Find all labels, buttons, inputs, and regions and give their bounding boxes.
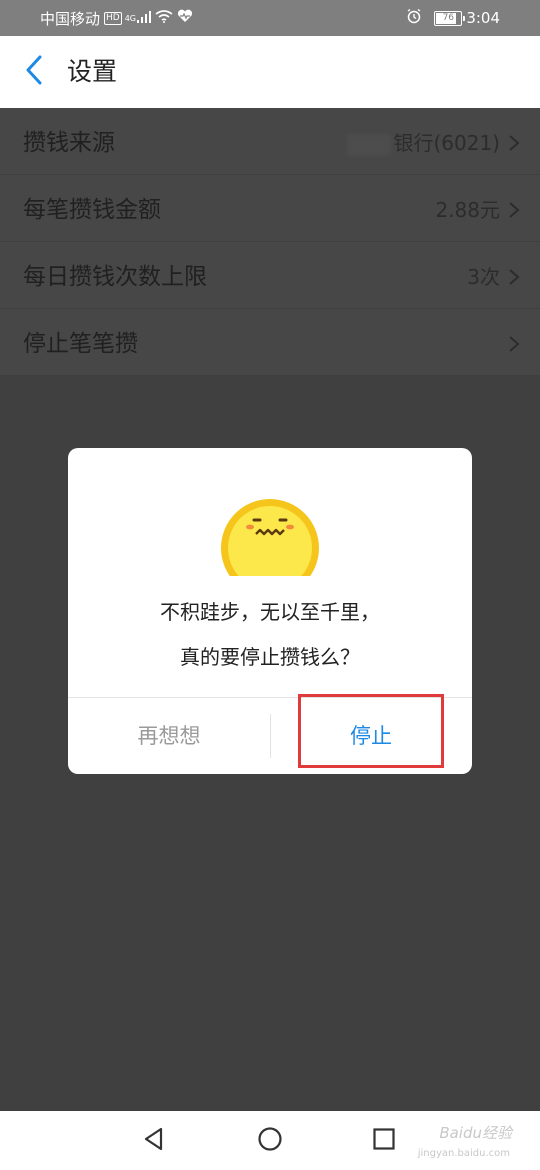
setting-value: 3次: [467, 265, 500, 289]
page-title: 设置: [67, 57, 118, 86]
watermark-text: Baidu经验: [439, 1124, 512, 1142]
status-left: 中国移动 HD 4G: [40, 0, 197, 36]
setting-row-source[interactable]: 攒钱来源 银行(6021): [0, 108, 540, 175]
chevron-right-icon: [509, 202, 520, 218]
setting-value: 银行(6021): [347, 108, 500, 174]
cancel-button[interactable]: 再想想: [68, 698, 270, 774]
highlight-annotation-box: [298, 694, 444, 768]
back-button[interactable]: [14, 50, 54, 94]
battery-level: 76: [442, 12, 455, 23]
alarm-icon: [406, 8, 422, 28]
setting-label: 停止笔笔攒: [23, 331, 138, 357]
status-bar: 中国移动 HD 4G 76 3:04: [0, 0, 540, 36]
blurred-bank-name: [347, 133, 392, 156]
clock-time: 3:04: [466, 9, 500, 27]
health-heart-icon: [177, 9, 193, 27]
nav-home-button[interactable]: [248, 1119, 292, 1163]
dialog-message-line1: 不积跬步，无以至千里，: [160, 600, 380, 624]
setting-row-stop[interactable]: 停止笔笔攒: [0, 309, 540, 376]
settings-list: 攒钱来源 银行(6021) 每笔攒钱金额 2.88元 每日攒钱次数上限 3次 停…: [0, 108, 540, 376]
setting-label: 攒钱来源: [23, 130, 115, 156]
carrier-name: 中国移动: [40, 9, 101, 28]
dialog-message-line2: 真的要停止攒钱么？: [180, 645, 360, 669]
nav-back-button[interactable]: [132, 1119, 176, 1163]
watermark-subtext: jingyan.baidu.com: [417, 1148, 510, 1159]
setting-value: 2.88元: [435, 198, 500, 222]
signal-icon: [137, 9, 152, 27]
setting-label: 每日攒钱次数上限: [23, 264, 207, 290]
setting-row-amount[interactable]: 每笔攒钱金额 2.88元: [0, 175, 540, 242]
chevron-left-icon: [25, 55, 43, 89]
setting-label: 每笔攒钱金额: [23, 197, 161, 223]
chevron-right-icon: [509, 336, 520, 352]
chevron-right-icon: [509, 269, 520, 285]
status-right: 76 3:04: [406, 0, 500, 36]
hd-badge: HD: [104, 11, 122, 25]
triangle-back-icon: [141, 1126, 167, 1156]
nav-recents-button[interactable]: [362, 1119, 406, 1163]
square-recents-icon: [372, 1127, 396, 1155]
chevron-right-icon: [509, 135, 520, 151]
worried-face-icon: [220, 498, 320, 576]
app-header: 设置: [0, 36, 540, 108]
setting-row-daily-limit[interactable]: 每日攒钱次数上限 3次: [0, 242, 540, 309]
circle-home-icon: [257, 1126, 283, 1156]
wifi-icon: [155, 9, 173, 27]
network-type: 4G: [124, 13, 137, 23]
battery-icon: 76: [434, 10, 466, 26]
